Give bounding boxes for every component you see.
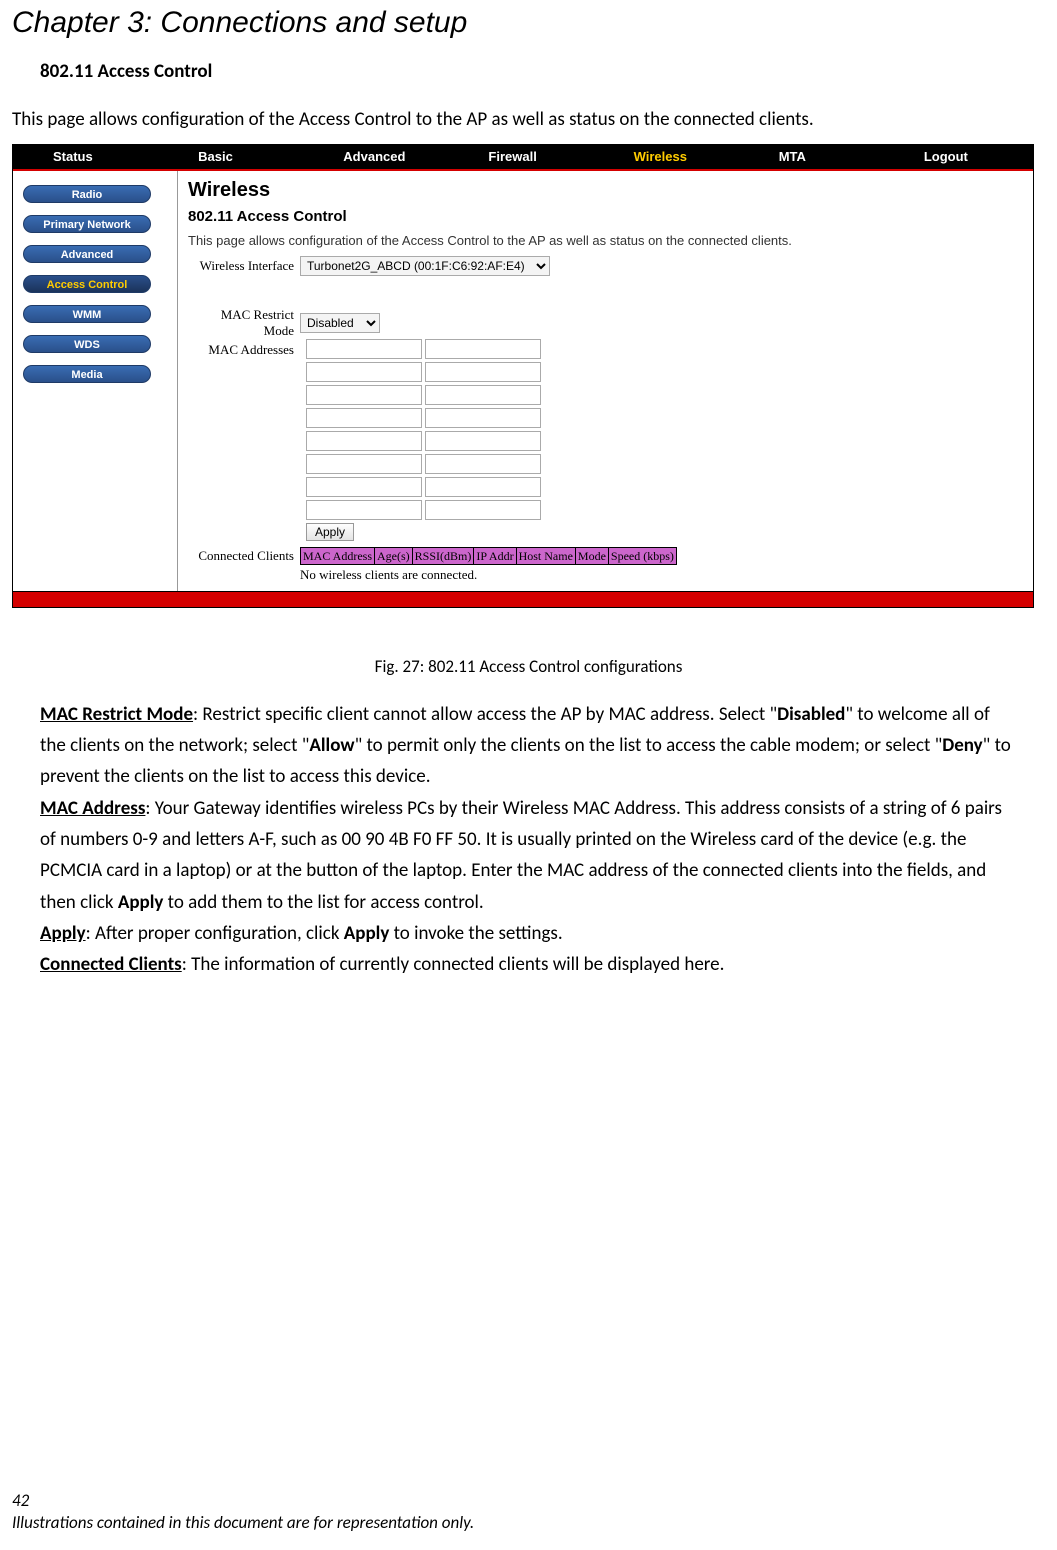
mac-input-1-1[interactable]: [425, 362, 541, 382]
mac-input-4-0[interactable]: [306, 431, 422, 451]
wireless-interface-select[interactable]: Turbonet2G_ABCD (00:1F:C6:92:AF:E4): [300, 256, 550, 276]
mac-addresses-label: MAC Addresses: [188, 342, 300, 358]
mac-address-term: MAC Address: [40, 797, 145, 820]
apply-term: Apply: [40, 922, 86, 945]
connected-clients-term: Connected Clients: [40, 953, 182, 976]
sidebar-wmm[interactable]: WMM: [23, 305, 151, 323]
intro-paragraph: This page allows configuration of the Ac…: [12, 107, 1045, 134]
topnav-mta[interactable]: MTA: [743, 149, 888, 164]
topnav-firewall[interactable]: Firewall: [452, 149, 597, 164]
mac-input-1-0[interactable]: [306, 362, 422, 382]
mac-input-6-0[interactable]: [306, 477, 422, 497]
sidebar-wds[interactable]: WDS: [23, 335, 151, 353]
mac-input-5-1[interactable]: [425, 454, 541, 474]
mac-input-7-1[interactable]: [425, 500, 541, 520]
topnav-wireless[interactable]: Wireless: [598, 149, 743, 164]
body-text: MAC Restrict Mode: Restrict specific cli…: [40, 699, 1017, 981]
footer-disclaimer: Illustrations contained in this document…: [12, 1512, 474, 1534]
clients-col-mode: Mode: [576, 547, 609, 565]
mac-restrict-select[interactable]: Disabled: [300, 313, 380, 333]
mac-input-2-0[interactable]: [306, 385, 422, 405]
sidebar-media[interactable]: Media: [23, 365, 151, 383]
topnav-advanced[interactable]: Advanced: [307, 149, 452, 164]
admin-subheading: 802.11 Access Control: [188, 208, 1025, 225]
mac-input-6-1[interactable]: [425, 477, 541, 497]
clients-col-ip-addr: IP Addr: [474, 547, 516, 565]
sidebar-advanced[interactable]: Advanced: [23, 245, 151, 263]
mac-input-0-1[interactable]: [425, 339, 541, 359]
clients-col-rssi-dbm-: RSSI(dBm): [413, 547, 475, 565]
admin-heading: Wireless: [188, 179, 1025, 202]
admin-content: Wireless 802.11 Access Control This page…: [177, 171, 1033, 591]
mac-address-grid: [306, 339, 1025, 520]
sidebar-access-control[interactable]: Access Control: [23, 275, 151, 293]
mac-restrict-label: MAC Restrict Mode: [188, 307, 300, 339]
no-clients-msg: No wireless clients are connected.: [300, 567, 1025, 583]
apply-button[interactable]: Apply: [306, 523, 354, 541]
page-footer: 42 Illustrations contained in this docum…: [12, 1490, 474, 1534]
connected-clients-row: Connected Clients MAC AddressAge(s)RSSI(…: [188, 547, 1025, 583]
topnav-basic[interactable]: Basic: [162, 149, 307, 164]
connected-clients-label: Connected Clients: [188, 547, 300, 564]
page-number: 42: [12, 1490, 474, 1512]
mac-input-3-1[interactable]: [425, 408, 541, 428]
topnav-status[interactable]: Status: [13, 149, 162, 164]
clients-col-mac-address: MAC Address: [300, 547, 375, 565]
router-admin-screenshot: StatusBasicAdvancedFirewallWirelessMTALo…: [12, 144, 1034, 608]
topnav-logout[interactable]: Logout: [888, 149, 1033, 164]
clients-col-speed-kbps-: Speed (kbps): [609, 547, 677, 565]
figure-caption: Fig. 27: 802.11 Access Control configura…: [12, 656, 1045, 677]
section-title: 802.11 Access Control: [40, 60, 1045, 83]
chapter-title: Chapter 3: Connections and setup: [12, 6, 1045, 40]
wireless-interface-label: Wireless Interface: [188, 258, 300, 274]
wireless-interface-row: Wireless Interface Turbonet2G_ABCD (00:1…: [188, 256, 1025, 276]
bottom-bar: [13, 591, 1033, 607]
mac-input-5-0[interactable]: [306, 454, 422, 474]
mac-input-7-0[interactable]: [306, 500, 422, 520]
mac-input-3-0[interactable]: [306, 408, 422, 428]
clients-col-age-s-: Age(s): [375, 547, 413, 565]
mac-input-4-1[interactable]: [425, 431, 541, 451]
sidebar-primary-network[interactable]: Primary Network: [23, 215, 151, 233]
sidebar-radio[interactable]: Radio: [23, 185, 151, 203]
connected-clients-header: MAC AddressAge(s)RSSI(dBm)IP AddrHost Na…: [300, 547, 1025, 565]
mac-restrict-term: MAC Restrict Mode: [40, 703, 193, 726]
top-nav-bar: StatusBasicAdvancedFirewallWirelessMTALo…: [13, 145, 1033, 171]
mac-restrict-row: MAC Restrict Mode Disabled: [188, 307, 1025, 339]
sidebar: Radio Primary Network Advanced Access Contr…: [13, 171, 177, 591]
admin-desc: This page allows configuration of the Ac…: [188, 233, 1025, 248]
clients-col-host-name: Host Name: [517, 547, 576, 565]
mac-input-0-0[interactable]: [306, 339, 422, 359]
mac-input-2-1[interactable]: [425, 385, 541, 405]
